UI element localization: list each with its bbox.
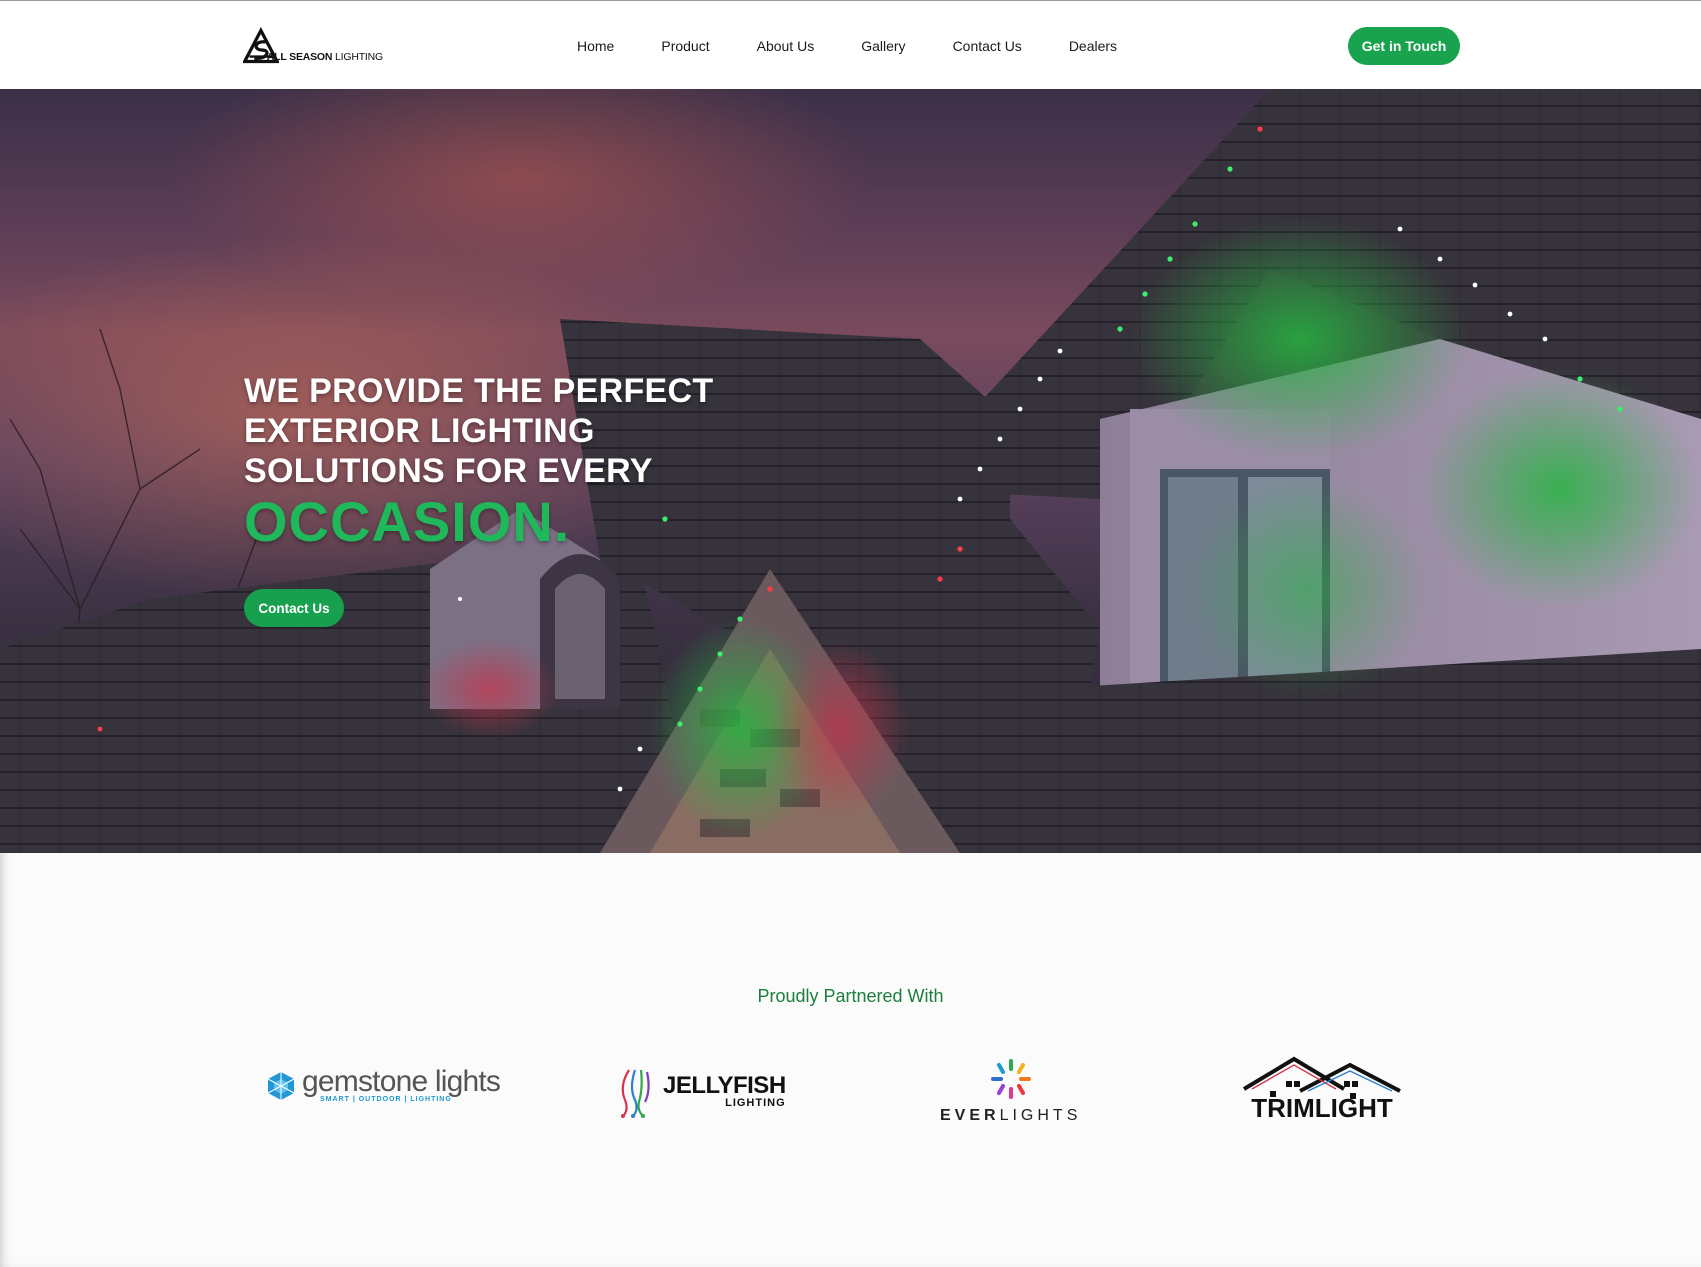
get-in-touch-button[interactable]: Get in Touch [1348, 27, 1460, 65]
main-nav: Home Product About Us Gallery Contact Us… [577, 1, 1164, 90]
gemstone-logo-icon [267, 1071, 295, 1100]
hero-headline-accent: OCCASION. [244, 490, 571, 553]
jellyfish-tagline: LIGHTING [725, 1097, 786, 1109]
trimlight-name: TRIMLIGHT [1251, 1093, 1393, 1123]
jellyfish-name: JELLYFISH [663, 1072, 786, 1099]
nav-contact-us[interactable]: Contact Us [953, 38, 1022, 54]
site-logo[interactable]: ALL SEASON LIGHTING [243, 25, 383, 67]
hero-section: WE PROVIDE THE PERFECT EXTERIOR LIGHTING… [0, 89, 1701, 853]
nav-product[interactable]: Product [661, 38, 709, 54]
jellyfish-logo-icon [621, 1069, 650, 1118]
partner-gemstone-lights[interactable]: gemstone lights SMART | OUTDOOR | LIGHTI… [266, 1065, 501, 1103]
partner-jellyfish-lighting[interactable]: JELLYFISH LIGHTING [615, 1066, 786, 1118]
nav-about-us[interactable]: About Us [757, 38, 815, 54]
hero-headline-line-1: WE PROVIDE THE PERFECT [244, 372, 714, 410]
gemstone-tagline: SMART | OUTDOOR | LIGHTING [320, 1096, 452, 1103]
partners-title: Proudly Partnered With [757, 986, 944, 1006]
everlights-name: EVERLIGHTS [940, 1107, 1082, 1124]
hero-headline-line-3: SOLUTIONS FOR EVERY [244, 452, 653, 490]
page: ALL SEASON LIGHTING Home Product About U… [0, 0, 1701, 1267]
nav-gallery[interactable]: Gallery [861, 38, 905, 54]
partner-trimlight[interactable]: TRIMLIGHT [1240, 1055, 1404, 1124]
partner-everlights[interactable]: EVERLIGHTS [940, 1055, 1081, 1125]
hero-headline-line-2: EXTERIOR LIGHTING [244, 412, 595, 450]
site-header: ALL SEASON LIGHTING Home Product About U… [0, 0, 1701, 89]
everlights-logo-icon [990, 1059, 1031, 1099]
gemstone-name: gemstone lights [302, 1065, 501, 1098]
hero-headline: WE PROVIDE THE PERFECT EXTERIOR LIGHTING… [244, 371, 764, 551]
hero-contact-us-button[interactable]: Contact Us [244, 589, 344, 627]
nav-home[interactable]: Home [577, 38, 614, 54]
logo-text: ALL SEASON LIGHTING [266, 51, 383, 63]
nav-dealers[interactable]: Dealers [1069, 38, 1117, 54]
